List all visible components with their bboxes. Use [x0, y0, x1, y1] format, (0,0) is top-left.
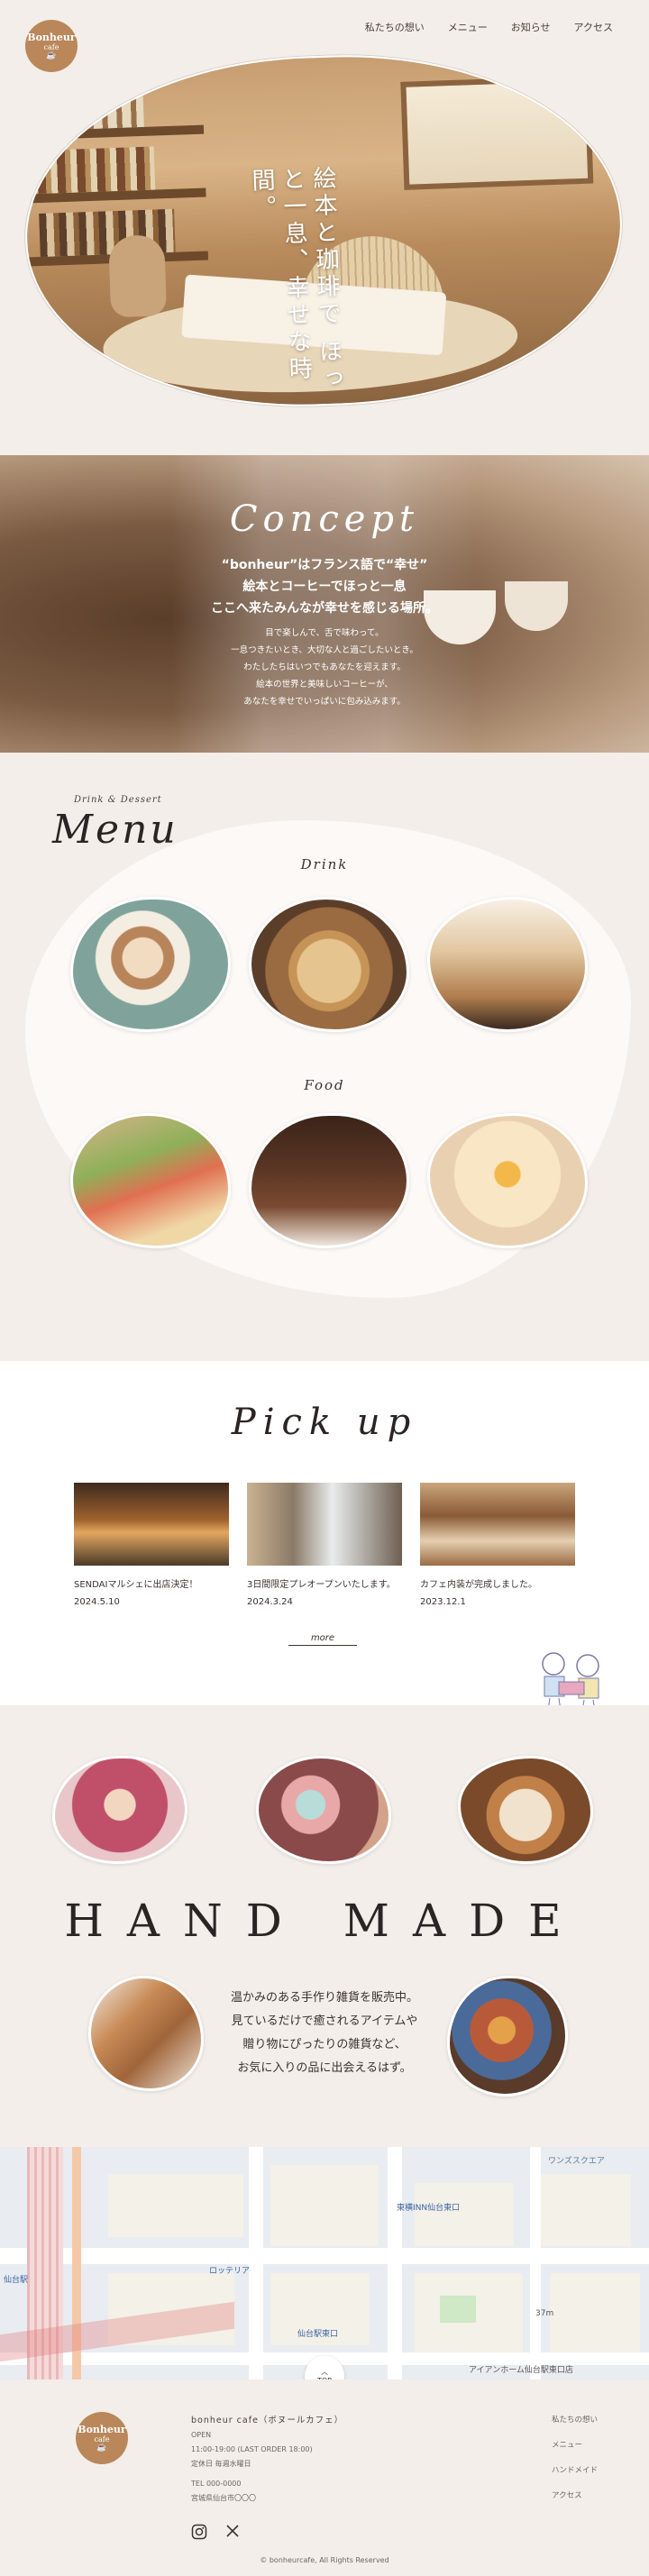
brand-logo-sub: cafe [43, 42, 59, 51]
footer-link-handmade[interactable]: ハンドメイド [552, 2464, 598, 2475]
menu-category-food: Food [304, 1077, 345, 1093]
hero-image: 絵本と珈琲で ほっと一息、幸せな時間。 [19, 45, 628, 416]
instagram-icon[interactable] [191, 2524, 207, 2540]
concept-body-line: あなたを幸せでいっぱいに包み込みます。 [243, 697, 406, 707]
news-date: 2023.12.1 [420, 1597, 466, 1607]
footer-link-access[interactable]: アクセス [552, 2489, 598, 2500]
map-label: 東横INN仙台東口 [397, 2204, 461, 2213]
handmade-text-line: 見ているだけで癒されるアイテムや [231, 2014, 418, 2028]
handmade-section: HAND MADE 温かみのある手作り雑貨を販売中。 見ているだけで癒されるアイ… [0, 1705, 649, 2147]
brand-logo-name: Bonheur [27, 31, 76, 43]
concept-body-line: 絵本の世界と美味しいコーヒーが、 [256, 680, 393, 690]
news-title[interactable]: 3日間限定プレオープンいたします。 [247, 1576, 402, 1590]
global-nav: 私たちの想い メニュー お知らせ アクセス [365, 20, 613, 34]
menu-item-pancake-image[interactable] [427, 1113, 588, 1248]
reading-kids-illustration [542, 1652, 599, 1712]
nav-item-access[interactable]: アクセス [574, 20, 613, 34]
concept-lead-line: “bonheur”はフランス語で“幸せ” [221, 558, 428, 572]
news-title[interactable]: カフェ内装が完成しました。 [420, 1576, 575, 1590]
handmade-description: 温かみのある手作り雑貨を販売中。 見ているだけで癒されるアイテムや 贈り物にぴっ… [0, 1987, 649, 2080]
x-twitter-icon[interactable] [225, 2524, 240, 2538]
access-map[interactable]: 仙台駅 ロッテリア 東横INN仙台東口 37m 仙台駅東口 ワンズスクエア アイ… [0, 2147, 649, 2380]
header-hero: Bonheur cafe ☕ 私たちの想い メニュー お知らせ アクセス 絵本と… [0, 0, 649, 451]
news-date: 2024.5.10 [74, 1597, 120, 1607]
handmade-pouch-image[interactable] [458, 1756, 593, 1864]
news-item[interactable]: SENDAIマルシェに出店決定！ 2024.5.10 [74, 1483, 229, 1607]
pickup-section: Pick up SENDAIマルシェに出店決定！ 2024.5.10 3日間限定… [0, 1361, 649, 1712]
concept-lead: “bonheur”はフランス語で“幸せ” 絵本とコーヒーでほっと一息 ここへ来た… [0, 554, 649, 619]
coffee-cup-icon: ☕ [46, 50, 57, 60]
open-label: OPEN [191, 2431, 212, 2439]
news-thumbnail[interactable] [420, 1483, 575, 1566]
menu-item-latte-image[interactable] [70, 897, 231, 1032]
pickup-title: Pick up [231, 1402, 418, 1443]
nav-item-menu[interactable]: メニュー [448, 20, 488, 34]
shop-name: bonheur cafe（ボヌールカフェ） [191, 2416, 344, 2425]
brand-logo[interactable]: Bonheur cafe ☕ [25, 20, 78, 72]
concept-lead-line: ここへ来たみんなが幸せを感じる場所。 [211, 601, 438, 616]
copyright: © bonheurcafe, All Rights Reserved [260, 2556, 389, 2564]
map-label: 仙台駅東口 [297, 2330, 339, 2339]
menu-subtitle: Drink & Dessert [74, 795, 162, 805]
menu-title: Menu [52, 807, 178, 853]
news-item[interactable]: カフェ内装が完成しました。 2023.12.1 [420, 1483, 575, 1607]
footer-link-philosophy[interactable]: 私たちの想い [552, 2414, 598, 2425]
handmade-scrunchie-image[interactable] [52, 1756, 187, 1864]
concept-body-line: わたしたちはいつでもあなたを迎えます。 [243, 662, 406, 672]
footer-logo[interactable]: Bonheur cafe ☕ [76, 2412, 128, 2464]
nav-item-news[interactable]: お知らせ [511, 20, 551, 34]
shop-tel: TEL 000-0000 [191, 2480, 242, 2488]
news-thumbnail[interactable] [247, 1483, 402, 1566]
social-links [191, 2524, 240, 2540]
handmade-text-line: お気に入りの品に出会えるはず。 [237, 2061, 412, 2075]
shop-info: bonheur cafe（ボヌールカフェ） OPEN 11:00-19:00 (… [191, 2414, 343, 2506]
map-label: 仙台駅 [4, 2276, 29, 2285]
nav-item-philosophy[interactable]: 私たちの想い [365, 20, 425, 34]
map-label: 37m [535, 2309, 554, 2318]
coffee-cup-icon: ☕ [96, 2443, 107, 2453]
hero-tagline: 絵本と珈琲で ほっと一息、幸せな時間。 [247, 165, 344, 394]
concept-section: Concept “bonheur”はフランス語で“幸せ” 絵本とコーヒーでほっと… [0, 455, 649, 753]
open-hours: 11:00-19:00 (LAST ORDER 18:00) [191, 2445, 313, 2453]
concept-body-line: 一息つきたいとき、大切な人と過ごしたいとき。 [231, 645, 418, 655]
news-thumbnail[interactable] [74, 1483, 229, 1566]
handmade-text-line: 温かみのある手作り雑貨を販売中。 [230, 1991, 418, 2005]
footer-link-menu[interactable]: メニュー [552, 2439, 598, 2450]
concept-body: 目で楽しんで、舌で味わって。 一息つきたいとき、大切な人と過ごしたいとき。 わた… [0, 625, 649, 710]
footer-logo-name: Bonheur [78, 2423, 126, 2435]
map-label: ロッテリア [209, 2267, 251, 2276]
menu-category-drink: Drink [300, 856, 349, 872]
map-label: ワンズスクエア [548, 2157, 605, 2166]
closed-day: 定休日 毎週水曜日 [191, 2460, 251, 2468]
menu-item-chocolate-cake-image[interactable] [249, 1113, 409, 1248]
more-link[interactable]: more [288, 1633, 357, 1646]
handmade-title: HAND MADE [64, 1895, 585, 1947]
concept-title: Concept [229, 498, 420, 540]
footer: Bonheur cafe ☕ bonheur cafe（ボヌールカフェ） OPE… [0, 2380, 649, 2576]
footer-nav: 私たちの想い メニュー ハンドメイド アクセス [552, 2414, 598, 2500]
chevron-up-icon: ︿ [321, 2368, 328, 2376]
footer-logo-sub: cafe [94, 2434, 110, 2444]
menu-section: Drink & Dessert Menu Drink Food [0, 753, 649, 1361]
news-title[interactable]: SENDAIマルシェに出店決定！ [74, 1576, 229, 1590]
handmade-brooch-image[interactable] [256, 1756, 391, 1864]
handmade-text-line: 贈り物にぴったりの雑貨など、 [242, 2038, 407, 2051]
menu-item-float-image[interactable] [427, 897, 588, 1032]
news-date: 2024.3.24 [247, 1597, 293, 1607]
map-label: アイアンホーム仙台駅東口店 [469, 2366, 573, 2375]
concept-body-line: 目で楽しんで、舌で味わって。 [265, 628, 384, 638]
concept-lead-line: 絵本とコーヒーでほっと一息 [242, 580, 407, 594]
shop-address: 宮城県仙台市〇〇〇 [191, 2494, 256, 2502]
news-item[interactable]: 3日間限定プレオープンいたします。 2024.3.24 [247, 1483, 402, 1607]
